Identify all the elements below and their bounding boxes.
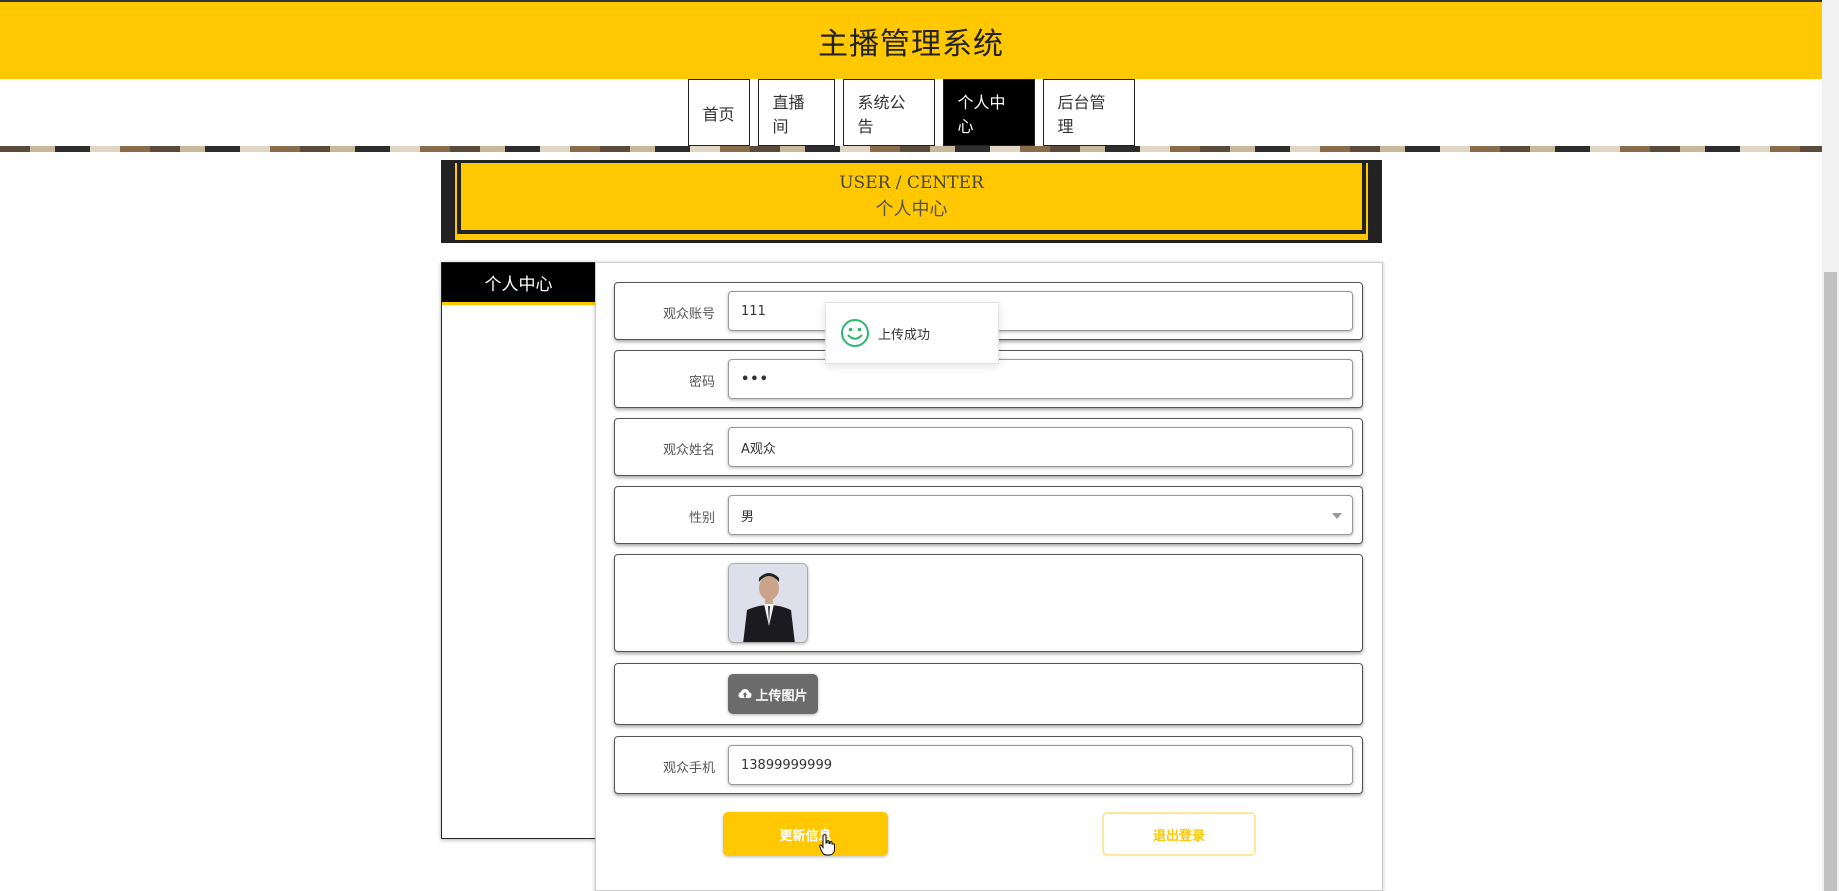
- update-info-button[interactable]: 更新信息: [723, 812, 888, 856]
- scrollbar-thumb[interactable]: [1824, 272, 1837, 891]
- section-title-cn: 个人中心: [875, 198, 948, 220]
- toast-message: 上传成功: [878, 327, 931, 343]
- phone-input[interactable]: 13899999999: [728, 745, 1353, 785]
- gender-select[interactable]: 男: [728, 495, 1353, 535]
- section-heading-inner: USER / CENTER 个人中心: [457, 163, 1366, 234]
- nav-items: 首页 直播间 系统公告 个人中心 后台管理: [687, 79, 1135, 146]
- nav-item-live-room[interactable]: 直播间: [757, 79, 835, 146]
- phone-label: 观众手机: [662, 761, 715, 776]
- gender-row: 性别 男: [614, 486, 1363, 544]
- upload-image-label: 上传图片: [755, 688, 808, 704]
- hand-cursor-icon: [819, 834, 835, 856]
- upload-image-button[interactable]: 上传图片: [728, 674, 818, 714]
- password-label: 密码: [688, 375, 715, 390]
- section-heading: USER / CENTER 个人中心: [441, 160, 1382, 243]
- sidebar-item-user-center[interactable]: 个人中心: [442, 263, 595, 305]
- account-label: 观众账号: [662, 307, 715, 322]
- phone-row: 观众手机 13899999999: [614, 736, 1363, 794]
- site-title: 主播管理系统: [818, 26, 1004, 62]
- avatar-image: [728, 563, 808, 643]
- page: 主播管理系统 首页 直播间 系统公告 个人中心 后台管理 USER / CENT…: [0, 0, 1839, 891]
- main-nav: 首页 直播间 系统公告 个人中心 后台管理: [0, 79, 1822, 147]
- gender-select-value: 男: [741, 509, 755, 525]
- nav-item-admin[interactable]: 后台管理: [1042, 79, 1135, 146]
- toast-notification: 上传成功: [825, 302, 999, 364]
- logout-button[interactable]: 退出登录: [1102, 812, 1256, 856]
- password-input[interactable]: •••: [728, 359, 1353, 399]
- name-label: 观众姓名: [662, 443, 715, 458]
- avatar-row: [614, 554, 1363, 652]
- vertical-scrollbar[interactable]: [1822, 0, 1839, 891]
- nav-item-home[interactable]: 首页: [687, 79, 750, 146]
- cloud-upload-icon: [738, 689, 752, 698]
- name-input[interactable]: A观众: [728, 427, 1353, 467]
- upload-row: 上传图片: [614, 663, 1363, 725]
- name-row: 观众姓名 A观众: [614, 418, 1363, 476]
- banner-image-strip: [0, 146, 1822, 152]
- chevron-down-icon: [1332, 513, 1342, 519]
- account-input[interactable]: 111: [728, 291, 1353, 331]
- sidebar: 个人中心: [441, 262, 596, 839]
- top-header: 主播管理系统: [0, 0, 1822, 79]
- gender-label: 性别: [688, 511, 715, 526]
- nav-item-user-center[interactable]: 个人中心: [942, 79, 1035, 146]
- nav-item-announcements[interactable]: 系统公告: [842, 79, 935, 146]
- smile-icon: [841, 319, 869, 347]
- section-title-en: USER / CENTER: [839, 172, 984, 193]
